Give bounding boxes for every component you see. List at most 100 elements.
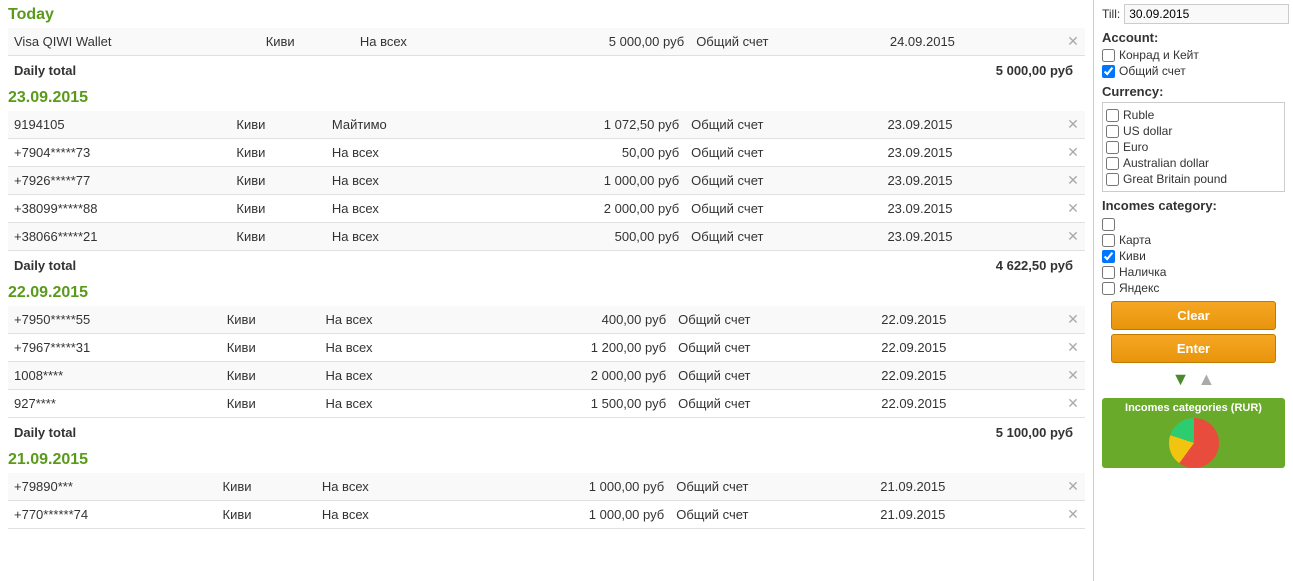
chart-circle <box>1169 418 1219 468</box>
account-checkbox[interactable] <box>1102 65 1115 78</box>
chart-box: Incomes categories (RUR) <box>1102 398 1285 468</box>
table-row: +38099*****88 Киви На всех 2 000,00 руб … <box>8 195 1085 223</box>
account-label-text: Конрад и Кейт <box>1119 48 1199 62</box>
account-label: Account: <box>1102 30 1285 45</box>
transaction-id: +7904*****73 <box>8 139 230 167</box>
currency-row: Euro <box>1106 140 1281 154</box>
transaction-id: Visa QIWI Wallet <box>8 28 260 56</box>
income-category-label: Наличка <box>1119 265 1166 279</box>
delete-button[interactable]: ✕ <box>1061 111 1085 139</box>
filter-icon[interactable]: ▼ <box>1172 369 1190 390</box>
income-category-checkbox[interactable] <box>1102 250 1115 263</box>
income-category-row: Киви <box>1102 249 1285 263</box>
transaction-id: +38099*****88 <box>8 195 230 223</box>
transaction-date: 24.09.2015 <box>884 28 1061 56</box>
transaction-recipient: На всех <box>326 223 482 251</box>
delete-button[interactable]: ✕ <box>1061 28 1085 56</box>
transaction-recipient: На всех <box>326 195 482 223</box>
transaction-amount: 50,00 руб <box>482 139 686 167</box>
transaction-recipient: На всех <box>320 390 462 418</box>
transaction-account: Общий счет <box>672 390 875 418</box>
transaction-category: Киви <box>230 139 326 167</box>
delete-button[interactable]: ✕ <box>1061 362 1085 390</box>
currency-checkbox[interactable] <box>1106 157 1119 170</box>
account-label-text: Общий счет <box>1119 64 1186 78</box>
transaction-id: 1008**** <box>8 362 221 390</box>
currency-checkbox[interactable] <box>1106 141 1119 154</box>
account-row: Конрад и Кейт <box>1102 48 1285 62</box>
section-date: 23.09.2015 <box>8 89 1085 107</box>
transaction-date: 21.09.2015 <box>874 473 1061 501</box>
transaction-amount: 400,00 руб <box>462 306 673 334</box>
transaction-id: 927**** <box>8 390 221 418</box>
income-category-row: Яндекс <box>1102 281 1285 295</box>
delete-button[interactable]: ✕ <box>1061 167 1085 195</box>
transaction-account: Общий счет <box>685 167 881 195</box>
income-category-checkbox[interactable] <box>1102 282 1115 295</box>
currency-checkbox[interactable] <box>1106 109 1119 122</box>
currency-checkbox[interactable] <box>1106 173 1119 186</box>
currency-label: Currency: <box>1102 84 1285 99</box>
transaction-category: Киви <box>221 362 320 390</box>
transaction-amount: 1 000,00 руб <box>482 167 686 195</box>
enter-button[interactable]: Enter <box>1111 334 1276 363</box>
chart-title: Incomes categories (RUR) <box>1106 402 1281 414</box>
delete-button[interactable]: ✕ <box>1061 501 1085 529</box>
transaction-category: Киви <box>260 28 354 56</box>
sidebar: Till: 📅 Account: Конрад и Кейт Общий сче… <box>1093 0 1293 581</box>
income-category-label: Карта <box>1119 233 1151 247</box>
till-date-input[interactable] <box>1124 4 1289 24</box>
transaction-recipient: На всех <box>316 501 459 529</box>
table-row: Visa QIWI Wallet Киви На всех 5 000,00 р… <box>8 28 1085 56</box>
table-row: +7967*****31 Киви На всех 1 200,00 руб О… <box>8 334 1085 362</box>
account-checkbox[interactable] <box>1102 49 1115 62</box>
daily-total-label: Daily total <box>14 425 959 440</box>
section-date: 22.09.2015 <box>8 284 1085 302</box>
clear-button[interactable]: Clear <box>1111 301 1276 330</box>
transaction-category: Киви <box>221 334 320 362</box>
delete-button[interactable]: ✕ <box>1061 195 1085 223</box>
income-category-checkbox[interactable] <box>1102 266 1115 279</box>
income-category-label: Киви <box>1119 249 1146 263</box>
delete-button[interactable]: ✕ <box>1061 223 1085 251</box>
transaction-table: Visa QIWI Wallet Киви На всех 5 000,00 р… <box>8 28 1085 56</box>
delete-button[interactable]: ✕ <box>1061 390 1085 418</box>
transaction-category: Киви <box>221 306 320 334</box>
transaction-amount: 2 000,00 руб <box>482 195 686 223</box>
transaction-date: 21.09.2015 <box>874 501 1061 529</box>
transaction-id: +7926*****77 <box>8 167 230 195</box>
currency-label-text: US dollar <box>1123 124 1172 138</box>
table-row: +7926*****77 Киви На всех 1 000,00 руб О… <box>8 167 1085 195</box>
till-label: Till: <box>1102 7 1120 21</box>
transaction-id: +79890*** <box>8 473 217 501</box>
daily-total-label: Daily total <box>14 63 959 78</box>
currency-label-text: Ruble <box>1123 108 1154 122</box>
transaction-amount: 1 000,00 руб <box>459 501 671 529</box>
transaction-date: 23.09.2015 <box>881 167 1061 195</box>
income-category-row: Наличка <box>1102 265 1285 279</box>
daily-total-amount: 5 100,00 руб <box>959 425 1079 440</box>
delete-button[interactable]: ✕ <box>1061 139 1085 167</box>
currency-row: Ruble <box>1106 108 1281 122</box>
table-row: +770******74 Киви На всех 1 000,00 руб О… <box>8 501 1085 529</box>
delete-button[interactable]: ✕ <box>1061 306 1085 334</box>
income-category-checkbox[interactable] <box>1102 234 1115 247</box>
transaction-date: 22.09.2015 <box>875 362 1061 390</box>
transaction-id: +770******74 <box>8 501 217 529</box>
table-row: 927**** Киви На всех 1 500,00 руб Общий … <box>8 390 1085 418</box>
table-row: +38066*****21 Киви На всех 500,00 руб Об… <box>8 223 1085 251</box>
currency-label-text: Euro <box>1123 140 1148 154</box>
daily-total-amount: 4 622,50 руб <box>959 258 1079 273</box>
income-category-checkbox[interactable] <box>1102 218 1115 231</box>
delete-button[interactable]: ✕ <box>1061 473 1085 501</box>
delete-button[interactable]: ✕ <box>1061 334 1085 362</box>
transaction-account: Общий счет <box>685 223 881 251</box>
transaction-account: Общий счет <box>670 501 874 529</box>
table-row: +7950*****55 Киви На всех 400,00 руб Общ… <box>8 306 1085 334</box>
transaction-category: Киви <box>230 195 326 223</box>
up-icon[interactable]: ▲ <box>1198 369 1216 390</box>
transaction-account: Общий счет <box>672 334 875 362</box>
currency-label-text: Great Britain pound <box>1123 172 1227 186</box>
income-category-row <box>1102 218 1285 231</box>
currency-checkbox[interactable] <box>1106 125 1119 138</box>
